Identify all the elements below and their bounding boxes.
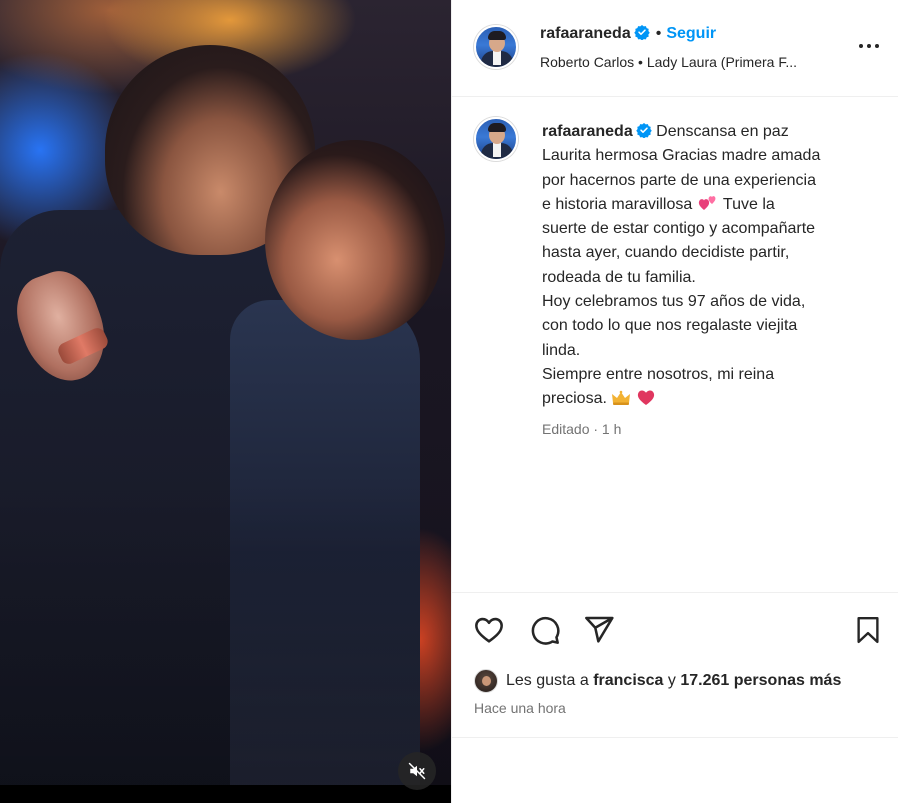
- likes-summary: Les gusta a francisca y 17.261 personas …: [474, 669, 841, 693]
- audio-track-link[interactable]: Roberto Carlos • Lady Laura (Primera F..…: [540, 54, 797, 70]
- likes-conjunction: y: [667, 672, 676, 689]
- comment-icon: [531, 616, 560, 645]
- caption-line: suerte de estar contigo y acompañarte: [542, 220, 816, 238]
- follow-button[interactable]: Seguir: [666, 25, 716, 42]
- caption-section: rafaaraneda Denscansa en paz Laurita her…: [452, 97, 898, 592]
- post-header: rafaaraneda • Seguir Roberto Carlos • Lady…: [452, 0, 898, 97]
- post-caption: rafaaraneda Denscansa en paz Laurita her…: [542, 120, 872, 412]
- caption-author-avatar[interactable]: [474, 117, 518, 161]
- likes-prefix: Les gusta a: [506, 672, 589, 689]
- caption-line: preciosa.: [542, 390, 607, 408]
- liker-username[interactable]: francisca: [593, 672, 663, 690]
- crown-emoji-icon: [612, 390, 631, 406]
- caption-line: Hoy celebramos tus 97 años de vida,: [542, 293, 806, 311]
- verified-badge-icon: [633, 25, 650, 40]
- caption-edited-time: Editado · 1 h: [542, 421, 622, 437]
- heart-emoji-icon: [637, 390, 654, 406]
- caption-line: Tuve la: [722, 195, 775, 213]
- like-button[interactable]: [472, 613, 506, 647]
- video-bottom-bar: [0, 785, 451, 803]
- post-video[interactable]: [0, 0, 451, 803]
- heart-icon: [475, 617, 503, 643]
- caption-line: rodeada de tu familia.: [542, 268, 696, 286]
- video-shade: [0, 0, 451, 803]
- caption-line: hasta ayer, cuando decidiste partir,: [542, 244, 790, 262]
- liker-avatar[interactable]: [474, 669, 498, 693]
- share-icon: [585, 616, 614, 643]
- caption-line: linda.: [542, 341, 581, 359]
- save-button[interactable]: [851, 613, 885, 647]
- mute-button[interactable]: [398, 752, 436, 790]
- caption-line: Laurita hermosa Gracias madre amada: [542, 147, 821, 165]
- author-avatar[interactable]: [474, 25, 518, 69]
- header-separator: •: [655, 25, 662, 42]
- likes-count[interactable]: 17.261 personas más: [680, 672, 841, 690]
- caption-line: Siempre entre nosotros, mi reina: [542, 365, 775, 383]
- verified-badge-icon: [635, 123, 652, 138]
- caption-line: con todo lo que nos regalaste viejita: [542, 317, 798, 335]
- two-hearts-emoji-icon: [698, 196, 716, 210]
- share-button[interactable]: [582, 613, 616, 647]
- more-options-icon[interactable]: [855, 36, 883, 56]
- caption-username[interactable]: rafaaraneda: [542, 123, 633, 140]
- caption-line: e historia maravillosa: [542, 195, 693, 213]
- muted-speaker-icon: [408, 762, 426, 780]
- post-side-panel: rafaaraneda • Seguir Roberto Carlos • Lady…: [451, 0, 898, 803]
- header-user-line: rafaaraneda • Seguir: [540, 24, 716, 43]
- post-actions: Les gusta a francisca y 17.261 personas …: [452, 592, 898, 738]
- comment-button[interactable]: [528, 613, 562, 647]
- caption-line: por hacernos parte de una experiencia: [542, 171, 816, 189]
- caption-line: Denscansa en paz: [656, 123, 789, 140]
- bookmark-icon: [857, 616, 879, 644]
- post-timestamp[interactable]: Hace una hora: [474, 700, 566, 716]
- author-username[interactable]: rafaaraneda: [540, 25, 631, 42]
